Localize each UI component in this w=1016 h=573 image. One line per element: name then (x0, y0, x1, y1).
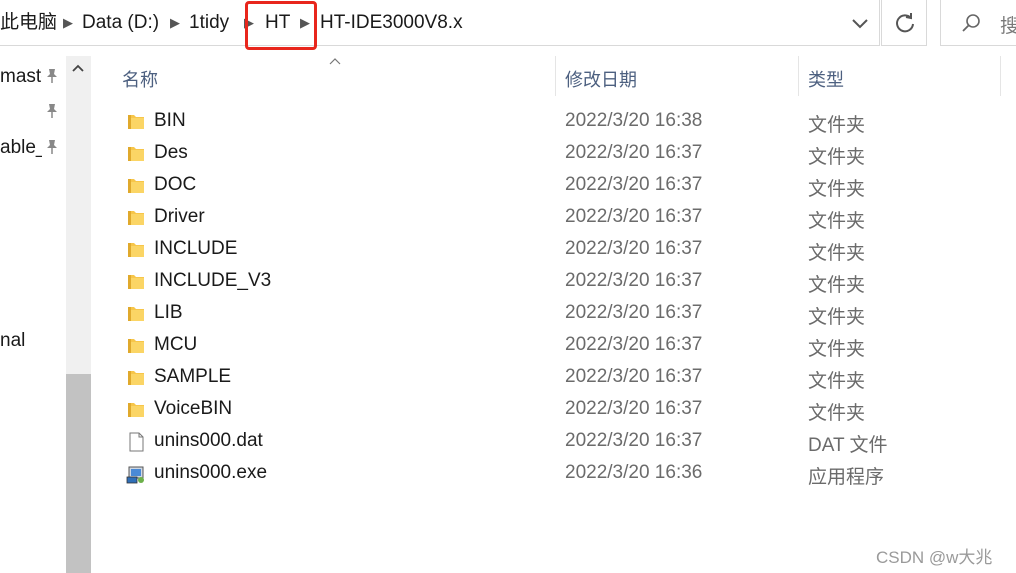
file-type: 文件夹 (808, 275, 866, 296)
file-name[interactable]: DOC (154, 174, 196, 196)
file-modified-date: 2022/3/20 16:37 (565, 334, 703, 355)
file-modified-date: 2022/3/20 16:37 (565, 398, 703, 419)
column-header-type[interactable]: 类型 (808, 66, 844, 92)
folder-icon (126, 368, 146, 388)
nav-item-quick-access-1[interactable]: maste (0, 66, 42, 88)
column-divider[interactable] (1000, 56, 1001, 96)
file-row[interactable]: Des 2022/3/20 16:37 文件夹 (92, 138, 1016, 170)
pin-icon[interactable] (45, 103, 59, 119)
breadcrumb-folder-1tidy[interactable]: 1tidy (189, 10, 229, 36)
file-type: 文件夹 (808, 115, 866, 136)
file-row[interactable]: LIB 2022/3/20 16:37 文件夹 (92, 298, 1016, 330)
file-modified-date: 2022/3/20 16:37 (565, 174, 703, 195)
file-name[interactable]: MCU (154, 334, 197, 356)
file-modified-date: 2022/3/20 16:38 (565, 110, 703, 131)
pin-icon[interactable] (45, 139, 59, 155)
chevron-down-icon[interactable] (850, 12, 870, 34)
file-type: 文件夹 (808, 243, 866, 264)
refresh-icon (896, 13, 914, 33)
folder-icon (126, 336, 146, 356)
sort-ascending-icon (329, 58, 341, 65)
file-type: 应用程序 (808, 467, 885, 488)
file-modified-date: 2022/3/20 16:37 (565, 206, 703, 227)
scroll-up-icon[interactable] (71, 63, 85, 73)
file-modified-date: 2022/3/20 16:36 (565, 462, 703, 483)
file-name[interactable]: unins000.dat (154, 430, 263, 452)
file-type: 文件夹 (808, 307, 866, 328)
breadcrumb-drive[interactable]: Data (D:) (82, 10, 159, 36)
folder-icon (126, 272, 146, 292)
file-row[interactable]: DOC 2022/3/20 16:37 文件夹 (92, 170, 1016, 202)
file-name[interactable]: Des (154, 142, 188, 164)
file-type: 文件夹 (808, 371, 866, 392)
file-row[interactable]: INCLUDE 2022/3/20 16:37 文件夹 (92, 234, 1016, 266)
file-type: 文件夹 (808, 339, 866, 360)
file-modified-date: 2022/3/20 16:37 (565, 430, 703, 451)
search-icon (962, 14, 980, 32)
file-modified-date: 2022/3/20 16:37 (565, 142, 703, 163)
breadcrumb-current-folder[interactable]: HT-IDE3000V8.x (320, 10, 463, 36)
watermark: CSDN @w大兆 (876, 548, 993, 567)
file-name[interactable]: SAMPLE (154, 366, 231, 388)
nav-scrollbar-thumb[interactable] (66, 374, 91, 573)
file-type: 文件夹 (808, 179, 866, 200)
nav-item-quick-access-3[interactable]: able_ (0, 137, 42, 159)
file-row[interactable]: MCU 2022/3/20 16:37 文件夹 (92, 330, 1016, 362)
folder-icon (126, 240, 146, 260)
pin-icon[interactable] (45, 68, 59, 84)
column-header-date[interactable]: 修改日期 (565, 66, 637, 92)
file-name[interactable]: LIB (154, 302, 183, 324)
folder-icon (126, 176, 146, 196)
refresh-button[interactable] (881, 0, 927, 46)
file-modified-date: 2022/3/20 16:37 (565, 238, 703, 259)
file-name[interactable]: unins000.exe (154, 462, 267, 484)
breadcrumb-separator-icon[interactable]: ▶ (63, 10, 73, 36)
file-name[interactable]: VoiceBIN (154, 398, 232, 420)
file-name[interactable]: INCLUDE (154, 238, 237, 260)
file-modified-date: 2022/3/20 16:37 (565, 366, 703, 387)
file-name[interactable]: BIN (154, 110, 186, 132)
file-type: DAT 文件 (808, 435, 888, 456)
file-type: 文件夹 (808, 211, 866, 232)
file-modified-date: 2022/3/20 16:37 (565, 270, 703, 291)
folder-icon (126, 144, 146, 164)
folder-icon (126, 400, 146, 420)
column-header-name[interactable]: 名称 (122, 66, 158, 92)
folder-icon (126, 208, 146, 228)
file-row[interactable]: INCLUDE_V3 2022/3/20 16:37 文件夹 (92, 266, 1016, 298)
folder-icon (126, 304, 146, 324)
file-row[interactable]: VoiceBIN 2022/3/20 16:37 文件夹 (92, 394, 1016, 426)
folder-icon (126, 112, 146, 132)
file-row[interactable]: Driver 2022/3/20 16:37 文件夹 (92, 202, 1016, 234)
search-placeholder: 搜 (1000, 16, 1016, 37)
column-divider[interactable] (798, 56, 799, 96)
file-type: 文件夹 (808, 403, 866, 424)
file-row[interactable]: BIN 2022/3/20 16:38 文件夹 (92, 106, 1016, 138)
column-divider[interactable] (555, 56, 556, 96)
nav-item-drive[interactable]: nal (0, 330, 42, 352)
file-name[interactable]: INCLUDE_V3 (154, 270, 271, 292)
file-type: 文件夹 (808, 147, 866, 168)
navigation-pane: maste able_ nal (0, 56, 66, 573)
file-icon (126, 432, 146, 452)
file-modified-date: 2022/3/20 16:37 (565, 302, 703, 323)
highlight-annotation (245, 1, 317, 50)
installer-icon (126, 464, 146, 484)
breadcrumb-this-pc[interactable]: 此电脑 (0, 10, 57, 36)
file-row[interactable]: unins000.dat 2022/3/20 16:37 DAT 文件 (92, 426, 1016, 458)
file-name[interactable]: Driver (154, 206, 205, 228)
file-row[interactable]: SAMPLE 2022/3/20 16:37 文件夹 (92, 362, 1016, 394)
file-row[interactable]: unins000.exe 2022/3/20 16:36 应用程序 (92, 458, 1016, 490)
breadcrumb-separator-icon[interactable]: ▶ (170, 10, 180, 36)
